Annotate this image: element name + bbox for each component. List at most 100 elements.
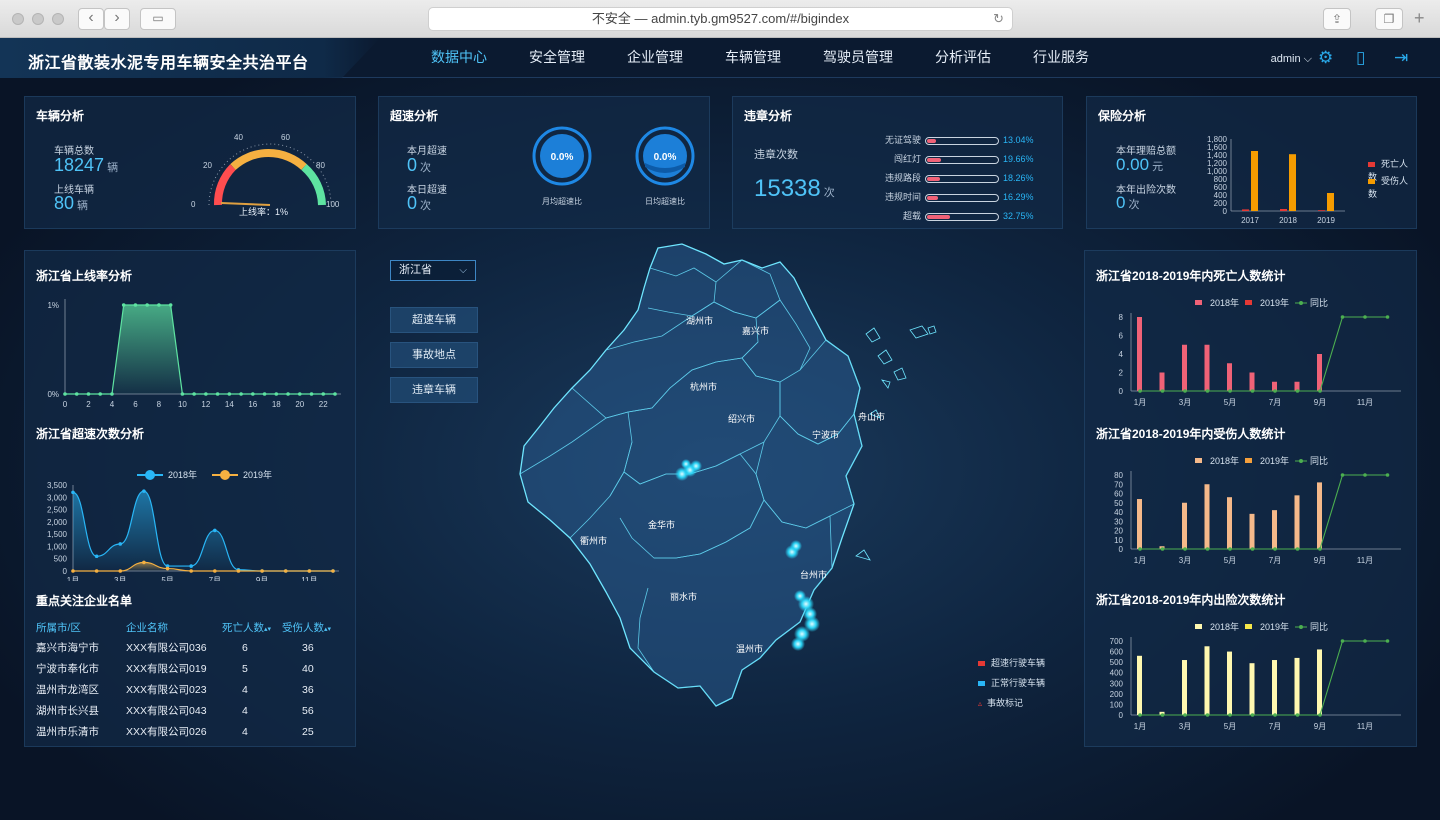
legend-label: 同比	[1310, 297, 1328, 308]
violation-label: 违规路段	[884, 173, 921, 183]
count-number: 15338	[754, 175, 821, 202]
share-button[interactable]: ⇪	[1323, 8, 1351, 30]
gear-icon[interactable]: ⚙	[1318, 48, 1333, 68]
col-deaths[interactable]: 死亡人数▴▾	[222, 617, 282, 637]
legend-label: 2019年	[1260, 455, 1289, 466]
nav-safety[interactable]: 安全管理	[508, 38, 606, 78]
ring-month-label: 月均超速比	[542, 196, 582, 206]
data-point	[204, 392, 208, 396]
data-point	[180, 392, 185, 396]
dashboard: 浙江省散装水泥专用车辆安全共治平台 数据中心 安全管理 企业管理 车辆管理 驾驶…	[0, 38, 1440, 820]
companies-table: 所属市/区 企业名称 死亡人数▴▾ 受伤人数▴▾ 嘉兴市海宁市 XXX有限公司03…	[36, 617, 342, 742]
data-point	[192, 392, 196, 396]
accident-locations-button[interactable]: 事故地点	[390, 342, 478, 368]
y-tick-label: 1%	[47, 301, 59, 310]
x-tick-label: 9月	[1314, 398, 1326, 407]
x-tick-label: 6	[133, 400, 138, 409]
nav-vehicle[interactable]: 车辆管理	[704, 38, 802, 78]
data-point	[213, 569, 217, 573]
x-tick-label: 10	[178, 400, 187, 409]
panel-title: 保险分析	[1098, 109, 1147, 123]
today-value: 0次	[407, 193, 431, 214]
amount-value: 0.00 元	[1116, 155, 1163, 175]
browser-chrome: ‹ › ▭ 不安全 — admin.tyb.gm9527.com/#/bigin…	[0, 0, 1440, 38]
table-row[interactable]: 宁波市奉化市 XXX有限公司019 5 40	[36, 658, 342, 679]
data-point	[251, 392, 255, 396]
tabs-button[interactable]: ❐	[1375, 8, 1403, 30]
address-bar[interactable]: 不安全 — admin.tyb.gm9527.com/#/bigindex ↻	[428, 7, 1013, 31]
data-point	[1340, 315, 1345, 319]
bar	[1227, 651, 1232, 715]
logout-icon[interactable]: ⇥	[1394, 48, 1408, 68]
col-injuries[interactable]: 受伤人数▴▾	[282, 617, 342, 637]
province-select[interactable]: 浙江省 ⌵	[390, 260, 476, 281]
reload-icon[interactable]: ↻	[993, 8, 1004, 30]
data-point	[1205, 389, 1210, 393]
zoom-window-button[interactable]	[52, 13, 64, 25]
violation-percent: 18.26%	[1003, 173, 1034, 183]
y-tick-label: 0	[1223, 207, 1228, 216]
minimize-window-button[interactable]	[32, 13, 44, 25]
unit: 次	[420, 200, 432, 212]
panel-title: 违章分析	[744, 109, 793, 123]
y-tick-label: 50	[1114, 499, 1123, 508]
col-company[interactable]: 企业名称	[126, 617, 222, 637]
violation-row: 违规时间 16.29%	[883, 190, 1034, 203]
data-point	[165, 566, 170, 571]
user-menu[interactable]: admin ⌵	[1271, 53, 1312, 66]
y-tick-label: 600	[1110, 648, 1124, 657]
speeding-vehicles-button[interactable]: 超速车辆	[390, 307, 478, 333]
y-tick-label: 0%	[47, 390, 59, 399]
new-tab-button[interactable]: +	[1414, 8, 1425, 29]
forward-button[interactable]: ›	[104, 8, 130, 30]
gauge-tick: 20	[203, 161, 212, 170]
violation-percent: 16.29%	[1003, 192, 1034, 202]
city-label: 宁波市	[812, 429, 839, 440]
y-tick-label: 500	[54, 555, 68, 564]
bar	[1317, 649, 1322, 715]
zhejiang-map[interactable]: 湖州市 嘉兴市 杭州市 绍兴市 宁波市 舟山市 衢州市 金华市 台州市 丽水市 …	[510, 238, 950, 718]
nav-industry[interactable]: 行业服务	[1012, 38, 1110, 78]
close-window-button[interactable]	[12, 13, 24, 25]
violation-bar	[925, 155, 999, 164]
sort-icon[interactable]: ▴▾	[264, 626, 271, 633]
x-tick-label: 11月	[1357, 398, 1373, 407]
violating-vehicles-button[interactable]: 违章车辆	[390, 377, 478, 403]
table-row[interactable]: 温州市龙湾区 XXX有限公司023 4 36	[36, 679, 342, 700]
table-row[interactable]: 温州市乐清市 XXX有限公司026 4 25	[36, 721, 342, 742]
unit: 次	[823, 187, 835, 199]
table-row[interactable]: 嘉兴市海宁市 XXX有限公司036 6 36	[36, 637, 342, 658]
data-point	[1183, 389, 1187, 393]
sidebar-toggle-button[interactable]: ▭	[140, 8, 176, 30]
back-button[interactable]: ‹	[78, 8, 104, 30]
data-point	[1385, 639, 1390, 643]
legend-marker	[145, 470, 155, 480]
y-tick-label: 1,500	[47, 530, 68, 539]
data-point	[1205, 547, 1210, 551]
table-row[interactable]: 湖州市长兴县 XXX有限公司043 4 56	[36, 700, 342, 721]
nav-driver[interactable]: 驾驶员管理	[802, 38, 914, 78]
violation-row: 超载 32.75%	[883, 209, 1034, 222]
violation-panel: 违章分析 违章次数 15338 次 无证驾驶 13.04% 闯红灯 19.66% 违规路段…	[732, 96, 1063, 229]
online-number: 80	[54, 193, 75, 213]
mobile-icon[interactable]: ▯	[1356, 48, 1365, 68]
amount-number: 0.00	[1116, 155, 1150, 174]
data-point	[121, 303, 126, 307]
nav-data-center[interactable]: 数据中心	[410, 38, 508, 78]
gauge-tick: 80	[316, 161, 325, 170]
x-tick-label: 9月	[1314, 556, 1326, 565]
nav-analysis[interactable]: 分析评估	[914, 38, 1012, 78]
data-point	[189, 564, 193, 568]
right-statistics-panel: 浙江省2018-2019年内死亡人数统计 2018年 2019年 同比 0 2 4 6 8 1月…	[1084, 250, 1417, 747]
violation-label: 违规时间	[884, 192, 921, 202]
bar	[1137, 499, 1142, 549]
y-tick-label: 400	[1110, 669, 1124, 678]
sort-icon[interactable]: ▴▾	[324, 626, 331, 633]
nav-enterprise[interactable]: 企业管理	[606, 38, 704, 78]
left-analysis-panel: 浙江省上线率分析 0% 1% 0 2 4 6 8 10 12 14 16 18 20 22 浙江省超速次数…	[24, 250, 356, 747]
injury-chart: 2018年 2019年 同比 01020304050607080 1月 3月 5月 7月 9月 1…	[1114, 455, 1401, 565]
series-line	[65, 304, 335, 395]
data-point	[236, 569, 241, 573]
legend-speeding: 超速行驶车辆	[978, 656, 1045, 669]
col-district[interactable]: 所属市/区	[36, 617, 126, 637]
